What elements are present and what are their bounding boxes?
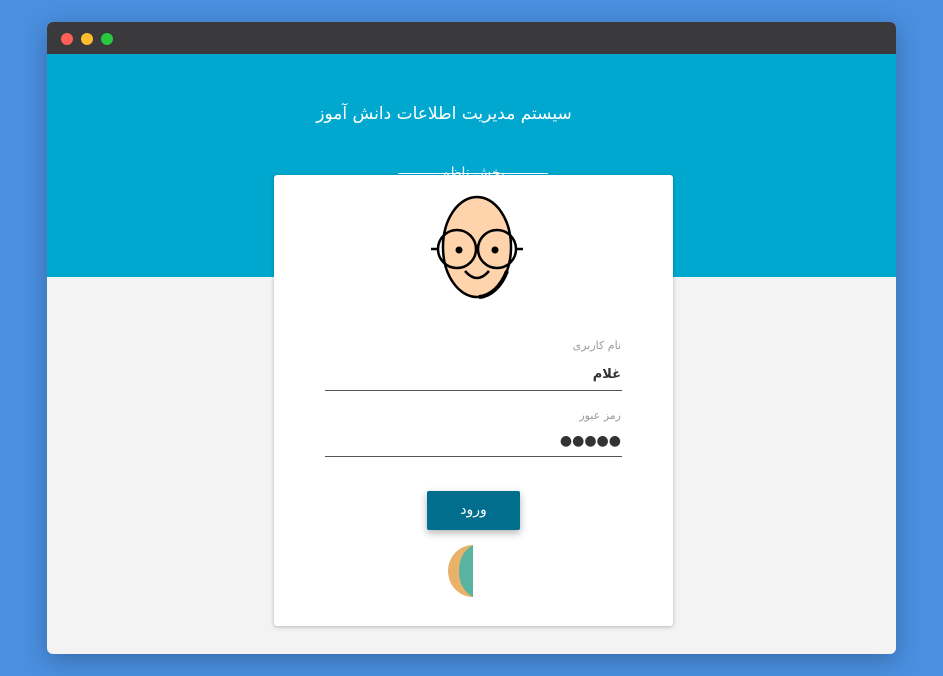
maximize-window-button[interactable]: [101, 33, 113, 45]
spinner-icon: [448, 545, 473, 597]
login-card: نام کاربری غلام رمز عبور ●●●●● ورود: [274, 175, 673, 626]
username-input[interactable]: غلام: [326, 367, 621, 382]
password-input[interactable]: ●●●●●: [326, 433, 621, 449]
minimize-window-button[interactable]: [81, 33, 93, 45]
login-button[interactable]: ورود: [427, 491, 520, 530]
password-underline: [325, 456, 622, 457]
app-title: سیستم مدیریت اطلاعات دانش آموز: [316, 104, 572, 124]
username-label: نام کاربری: [572, 339, 621, 352]
username-underline: [325, 390, 622, 391]
window-titlebar: [47, 22, 896, 54]
browser-window: سیستم مدیریت اطلاعات دانش آموز بخش ناظم …: [47, 22, 896, 654]
password-label: رمز عبور: [579, 409, 621, 422]
user-avatar-icon: [431, 195, 523, 299]
close-window-button[interactable]: [61, 33, 73, 45]
